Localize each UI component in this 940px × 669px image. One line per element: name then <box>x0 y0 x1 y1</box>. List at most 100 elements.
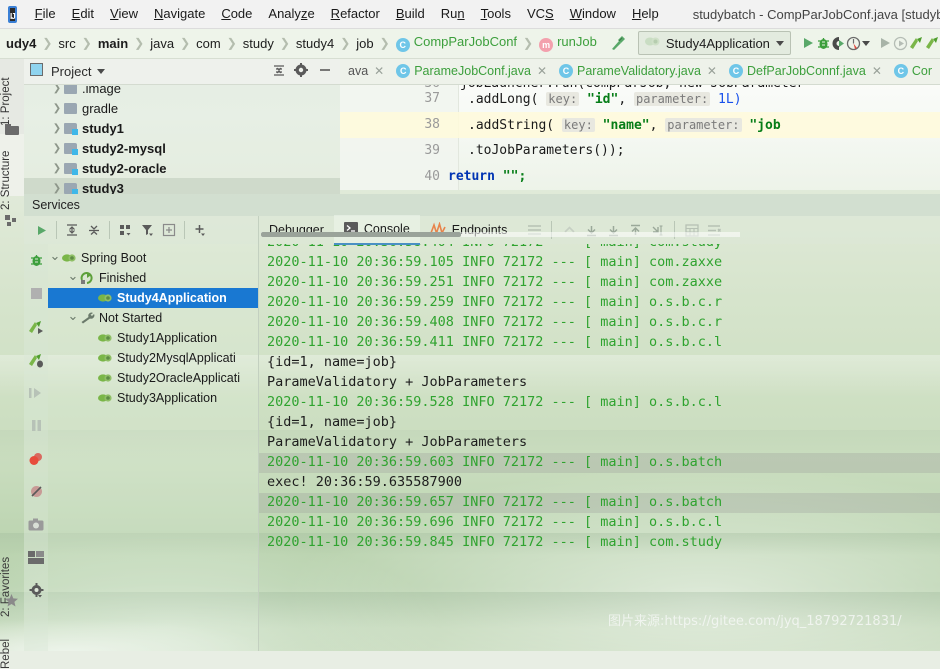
hide-panel-icon[interactable] <box>318 63 332 80</box>
scroll-down-icon[interactable] <box>580 218 602 242</box>
sidebar-strip-project[interactable]: 1: Project <box>0 58 24 134</box>
close-icon[interactable]: ✕ <box>374 64 384 78</box>
editor-tab-defparjobconnf-java[interactable]: C DefParJobConnf.java ✕ <box>721 58 886 84</box>
build-hammer-icon[interactable] <box>609 31 626 55</box>
services-toolbar[interactable] <box>24 216 258 244</box>
close-icon[interactable]: ✕ <box>537 64 547 78</box>
add-icon[interactable] <box>189 218 211 242</box>
console-tab-bar[interactable]: Debugger Console Endpoints <box>259 215 940 245</box>
editor-tab-paramejobconf-java[interactable]: C ParameJobConf.java ✕ <box>388 58 551 84</box>
menu-item-refactor[interactable]: Refactor <box>323 0 388 28</box>
project-tree-item[interactable]: ❯ study3 <box>24 178 340 194</box>
expand-all-icon[interactable] <box>61 218 83 242</box>
clear-all-icon[interactable] <box>703 218 725 242</box>
chevron-right-icon[interactable]: ❯ <box>50 163 64 174</box>
stop-icon[interactable] <box>24 277 48 310</box>
services-vertical-toolbar[interactable] <box>24 244 48 651</box>
breadcrumb-item-compparjobconf[interactable]: C CompParJobConf <box>394 34 519 52</box>
menu-item-vcs[interactable]: VCS <box>519 0 562 28</box>
debug-icon[interactable] <box>24 244 48 277</box>
soft-wrap-icon[interactable] <box>602 218 624 242</box>
project-tree-item[interactable]: ❯ .image <box>24 84 340 98</box>
filter-icon[interactable] <box>136 218 158 242</box>
chevron-right-icon[interactable]: ❯ <box>50 84 64 94</box>
close-icon[interactable]: ✕ <box>707 64 717 78</box>
run-icon[interactable] <box>30 218 52 242</box>
collapse-all-icon[interactable] <box>83 218 105 242</box>
breadcrumb-item-study4[interactable]: study4 <box>294 36 336 51</box>
add-tab-icon[interactable] <box>158 218 180 242</box>
project-tree-item[interactable]: ❯ study1 <box>24 118 340 138</box>
debug-icon[interactable] <box>816 31 831 55</box>
scroll-top-icon[interactable] <box>558 218 580 242</box>
rerun-debug-icon[interactable] <box>24 343 48 376</box>
menu-item-window[interactable]: Window <box>562 0 624 28</box>
menu-item-analyze[interactable]: Analyze <box>260 0 322 28</box>
project-tree-item[interactable]: ❯ gradle <box>24 98 340 118</box>
settings-gear-icon[interactable] <box>24 574 48 607</box>
menu-item-tools[interactable]: Tools <box>473 0 519 28</box>
pause-icon[interactable] <box>24 409 48 442</box>
breadcrumb-item-src[interactable]: src <box>56 36 77 51</box>
breadcrumb-item-com[interactable]: com <box>194 36 223 51</box>
collapse-all-icon[interactable] <box>272 63 286 80</box>
chevron-down-icon[interactable] <box>775 40 784 46</box>
breadcrumb-item-study[interactable]: study <box>241 36 276 51</box>
code-editor[interactable]: 36jobLauncher.run(compParJob, new JobPar… <box>340 84 940 190</box>
menu-item-view[interactable]: View <box>102 0 146 28</box>
services-tree-item-study4application[interactable]: Study4Application <box>48 288 258 308</box>
console-output[interactable]: 2020-11-10 20:36:58.404 INFO 72172 --- [… <box>259 244 940 651</box>
project-tree[interactable]: ❯ .image ❯ gradle ❯ study1 ❯ study2-mysql ❯ study… <box>24 84 340 194</box>
breadcrumb-item-runjob[interactable]: m runJob <box>537 34 599 52</box>
scroll-up-icon[interactable] <box>624 218 646 242</box>
camera-icon[interactable] <box>24 508 48 541</box>
breadcrumb-item-udy4[interactable]: udy4 <box>4 36 38 51</box>
services-splitter[interactable] <box>258 216 259 651</box>
profile-dropdown-icon[interactable] <box>861 31 870 55</box>
jrebel-run-icon[interactable] <box>908 31 924 55</box>
breadcrumb-item-job[interactable]: job <box>354 36 375 51</box>
tab-console[interactable]: Console <box>333 215 420 245</box>
tab-debugger[interactable]: Debugger <box>259 216 334 244</box>
mute-breakpoints-icon[interactable] <box>24 475 48 508</box>
chevron-down-icon[interactable]: ⌄ <box>66 308 80 324</box>
chevron-right-icon[interactable]: ❯ <box>50 143 64 154</box>
services-tree-item-study1application[interactable]: Study1Application <box>48 328 258 348</box>
console-scrollbar-thumb[interactable] <box>261 232 461 237</box>
close-icon[interactable]: ✕ <box>872 64 882 78</box>
chevron-right-icon[interactable]: ❯ <box>50 183 64 194</box>
menu-item-code[interactable]: Code <box>213 0 260 28</box>
editor-tab-ava[interactable]: ava ✕ <box>340 58 388 84</box>
stop-coverage-icon[interactable] <box>893 31 908 55</box>
breadcrumb-item-main[interactable]: main <box>96 36 130 51</box>
step-over-icon[interactable] <box>24 376 48 409</box>
spring-boot-services-tree[interactable]: ⌄ Spring Boot ⌄ Finished Study4Application ⌄ N… <box>48 244 258 651</box>
editor-tab-paramevalidatory-java[interactable]: C ParameValidatory.java ✕ <box>551 58 721 84</box>
services-tree-item-study3application[interactable]: Study3Application <box>48 388 258 408</box>
services-tree-item-spring-boot[interactable]: ⌄ Spring Boot <box>48 248 258 268</box>
settings-gear-icon[interactable] <box>294 62 308 80</box>
sidebar-strip-favorites[interactable]: 2: Favorites Rebel <box>0 505 24 669</box>
run-with-coverage-icon[interactable] <box>831 31 846 55</box>
group-by-icon[interactable] <box>114 218 136 242</box>
editor-tab-cor[interactable]: C Cor <box>886 58 936 84</box>
print-icon[interactable] <box>681 218 703 242</box>
project-tree-item[interactable]: ❯ study2-mysql <box>24 138 340 158</box>
menu-item-navigate[interactable]: Navigate <box>146 0 213 28</box>
chevron-right-icon[interactable]: ❯ <box>50 123 64 134</box>
menu-item-build[interactable]: Build <box>388 0 433 28</box>
breadcrumb-item-java[interactable]: java <box>148 36 176 51</box>
chevron-right-icon[interactable]: ❯ <box>50 103 64 114</box>
chevron-down-icon[interactable] <box>97 68 106 74</box>
services-tree-item-study2mysqlapplicati[interactable]: Study2MysqlApplicati <box>48 348 258 368</box>
menu-item-edit[interactable]: Edit <box>64 0 102 28</box>
menu-item-help[interactable]: Help <box>624 0 667 28</box>
services-tree-item-not-started[interactable]: ⌄ Not Started <box>48 308 258 328</box>
chevron-down-icon[interactable]: ⌄ <box>48 248 62 264</box>
editor-tab-bar[interactable]: ava ✕ C ParameJobConf.java ✕ C ParameValidator… <box>340 58 940 85</box>
rerun-icon[interactable] <box>24 310 48 343</box>
layout-icon[interactable] <box>24 541 48 574</box>
scroll-to-end-icon[interactable] <box>646 218 668 242</box>
profile-icon[interactable] <box>846 31 861 55</box>
jrebel-debug-icon[interactable] <box>924 31 940 55</box>
